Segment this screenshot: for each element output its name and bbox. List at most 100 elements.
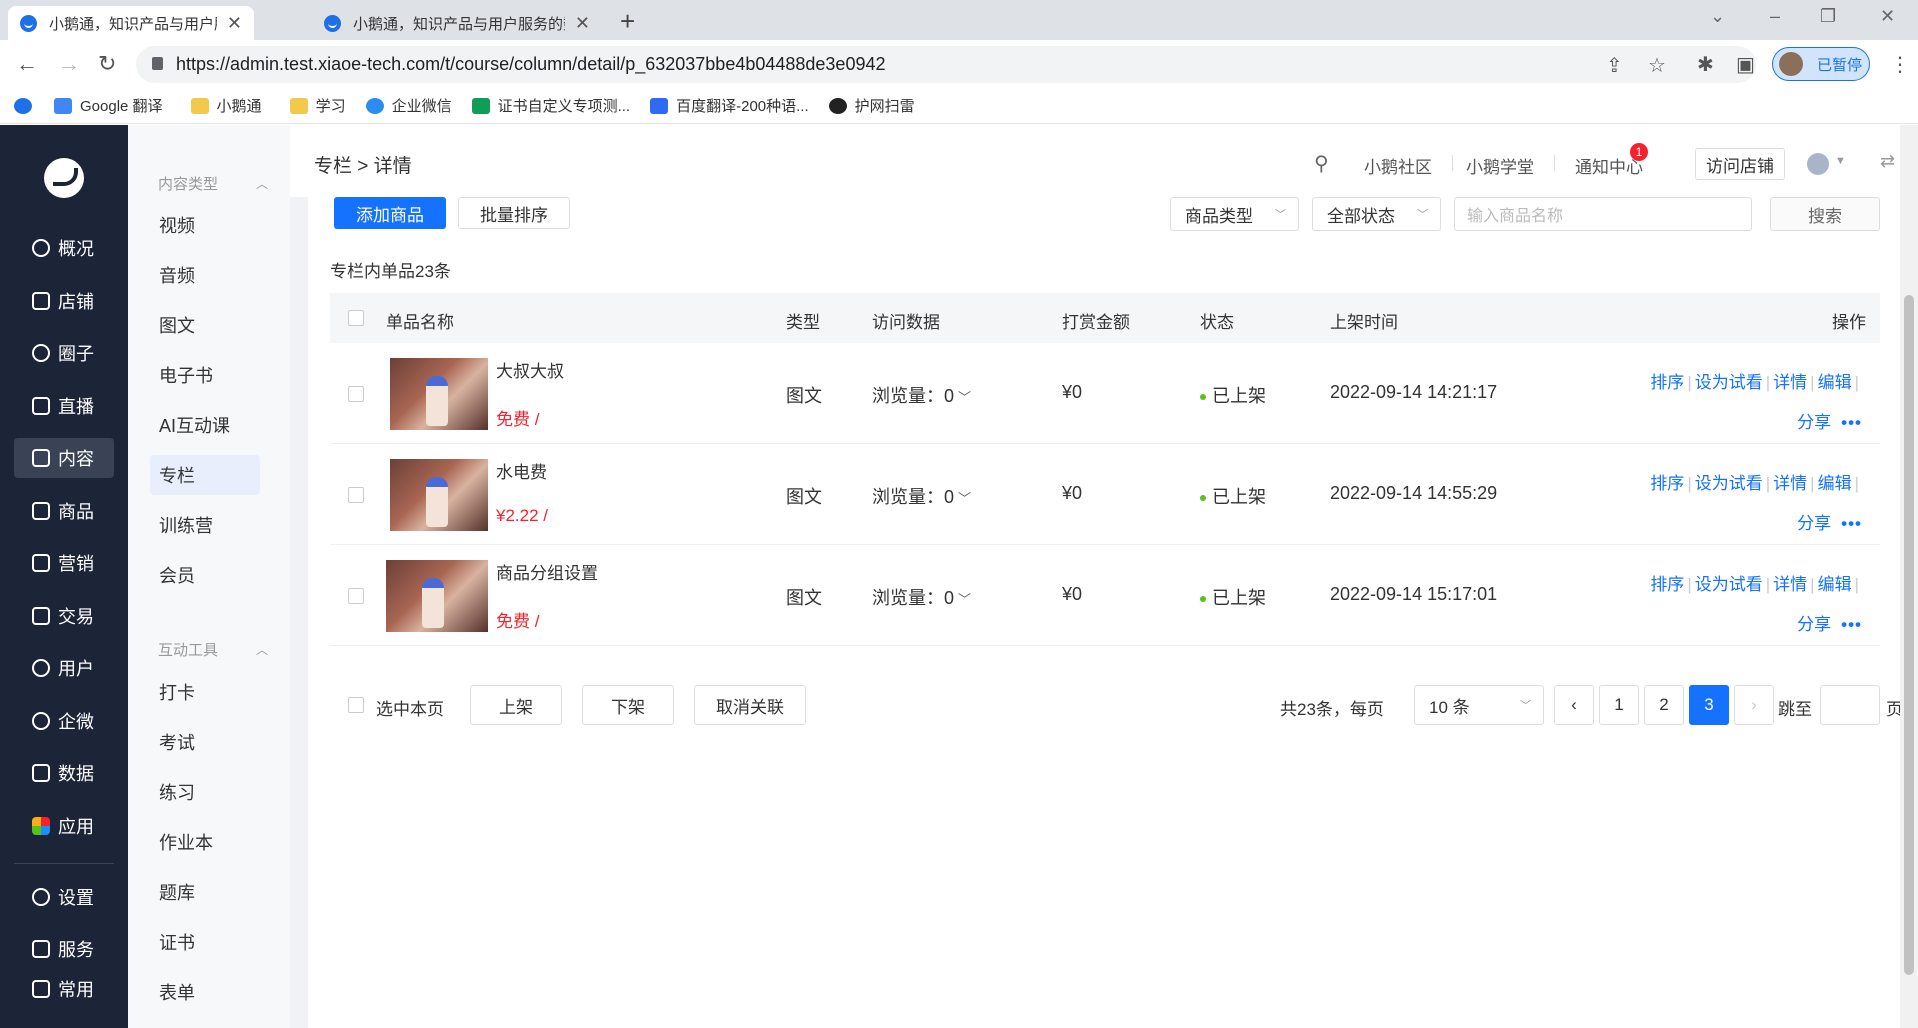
product-name-search-input[interactable]: 输入商品名称: [1454, 197, 1752, 231]
row-checkbox[interactable]: [348, 487, 364, 503]
tab-search-icon[interactable]: ⌄: [1710, 6, 1725, 27]
row-checkbox[interactable]: [348, 386, 364, 402]
row-checkbox[interactable]: [348, 588, 364, 604]
on-shelf-button[interactable]: 上架: [470, 685, 562, 725]
switch-icon[interactable]: ⇄: [1880, 151, 1895, 172]
product-name[interactable]: 商品分组设置: [496, 559, 598, 584]
product-name[interactable]: 水电费: [496, 458, 547, 483]
sidebar-item-service[interactable]: 服务: [14, 929, 114, 969]
search-icon[interactable]: ⚲: [1314, 151, 1329, 176]
more-icon[interactable]: •••: [1841, 514, 1862, 533]
select-page-checkbox[interactable]: [348, 697, 364, 713]
subnav-item-article[interactable]: 图文: [150, 305, 260, 345]
set-trial-link[interactable]: 设为试看: [1695, 373, 1763, 392]
product-thumbnail[interactable]: [386, 560, 488, 632]
select-all-checkbox[interactable]: [348, 310, 364, 326]
visit-store-button[interactable]: 访问店铺: [1695, 148, 1785, 180]
star-icon[interactable]: ☆: [1648, 53, 1666, 78]
bookmark-xiaoe[interactable]: 小鹅通: [190, 95, 262, 116]
share-link[interactable]: 分享: [1797, 413, 1831, 432]
close-icon[interactable]: ✕: [227, 13, 242, 34]
subnav-item-certificate[interactable]: 证书: [150, 922, 260, 962]
subnav-item-ai-course[interactable]: AI互动课: [150, 405, 260, 445]
restore-icon[interactable]: ❐: [1820, 6, 1836, 27]
bookmark-wecom[interactable]: 企业微信: [365, 95, 452, 116]
unlink-button[interactable]: 取消关联: [694, 685, 806, 725]
views-toggle[interactable]: 浏览量：0 ﹀: [872, 382, 971, 408]
subnav-item-camp[interactable]: 训练营: [150, 505, 260, 545]
next-page-button[interactable]: ›: [1734, 685, 1774, 725]
sidebar-item-users[interactable]: 用户: [14, 648, 114, 688]
reload-icon[interactable]: ↻: [98, 51, 116, 77]
sidebar-item-common[interactable]: 常用: [14, 969, 114, 1009]
bookmark-study[interactable]: 学习: [289, 95, 346, 116]
subnav-group-interactive-tools[interactable]: 互动工具 ︿: [158, 639, 268, 660]
sidebar-item-trade[interactable]: 交易: [14, 596, 114, 636]
avatar[interactable]: [1807, 153, 1829, 175]
detail-link[interactable]: 详情: [1773, 474, 1807, 493]
sidebar-item-overview[interactable]: 概况: [14, 228, 114, 268]
back-icon[interactable]: ←: [16, 51, 38, 77]
subnav-item-homework[interactable]: 作业本: [150, 822, 260, 862]
sort-link[interactable]: 排序: [1650, 474, 1684, 493]
add-product-button[interactable]: 添加商品: [334, 197, 446, 229]
subnav-item-audio[interactable]: 音频: [150, 255, 260, 295]
more-icon[interactable]: •••: [1841, 615, 1862, 634]
subnav-item-question-bank[interactable]: 题库: [150, 872, 260, 912]
prev-page-button[interactable]: ‹: [1554, 685, 1594, 725]
sidepanel-icon[interactable]: ▣: [1736, 52, 1755, 77]
subnav-item-exam[interactable]: 考试: [150, 722, 260, 762]
views-toggle[interactable]: 浏览量：0 ﹀: [872, 584, 971, 610]
sidebar-item-community[interactable]: 圈子: [14, 333, 114, 373]
extensions-icon[interactable]: ✱: [1697, 52, 1714, 77]
browser-tab-1[interactable]: 小鹅通，知识产品与用户服务的数字化工具 ✕: [8, 6, 254, 40]
product-type-select[interactable]: 商品类型 ﹀: [1170, 197, 1299, 231]
bookmark-huwang[interactable]: 护网扫雷: [828, 95, 915, 116]
subnav-item-practice[interactable]: 练习: [150, 772, 260, 812]
header-link-academy[interactable]: 小鹅学堂: [1466, 153, 1534, 178]
bookmark-google-translate[interactable]: Google 翻译: [54, 95, 163, 116]
window-close-icon[interactable]: ✕: [1880, 6, 1895, 27]
subnav-group-content-type[interactable]: 内容类型 ︿: [158, 173, 268, 194]
batch-sort-button[interactable]: 批量排序: [458, 197, 570, 229]
sidebar-item-apps[interactable]: 应用: [14, 806, 114, 846]
status-select[interactable]: 全部状态 ﹀: [1312, 197, 1441, 231]
bookmark-cert-test[interactable]: 证书自定义专项测...: [471, 95, 630, 116]
product-thumbnail[interactable]: [390, 459, 488, 531]
share-link[interactable]: 分享: [1797, 514, 1831, 533]
page-scrollbar[interactable]: [1900, 125, 1918, 1028]
bookmark-xiaoe-icon[interactable]: [14, 97, 40, 114]
sidebar-item-products[interactable]: 商品: [14, 491, 114, 531]
share-link[interactable]: 分享: [1797, 615, 1831, 634]
sort-link[interactable]: 排序: [1650, 575, 1684, 594]
share-icon[interactable]: ⇪: [1606, 53, 1623, 78]
set-trial-link[interactable]: 设为试看: [1695, 474, 1763, 493]
url-input[interactable]: https://admin.test.xiaoe-tech.com/t/cour…: [136, 46, 1756, 83]
sort-link[interactable]: 排序: [1650, 373, 1684, 392]
page-size-select[interactable]: 10 条 ﹀: [1414, 685, 1544, 725]
sidebar-item-wecom[interactable]: 企微: [14, 701, 114, 741]
off-shelf-button[interactable]: 下架: [582, 685, 674, 725]
more-icon[interactable]: •••: [1841, 413, 1862, 432]
detail-link[interactable]: 详情: [1773, 575, 1807, 594]
views-toggle[interactable]: 浏览量：0 ﹀: [872, 483, 971, 509]
browser-tab-2[interactable]: 小鹅通，知识产品与用户服务的数字化工具 ✕: [312, 6, 602, 40]
sidebar-item-content[interactable]: 内容: [14, 438, 114, 478]
search-button[interactable]: 搜索: [1770, 197, 1880, 231]
bookmark-baidu-translate[interactable]: 百度翻译-200种语...: [650, 95, 809, 116]
subnav-item-video[interactable]: 视频: [150, 205, 260, 245]
product-thumbnail[interactable]: [390, 358, 488, 430]
sidebar-item-store[interactable]: 店铺: [14, 281, 114, 321]
sidebar-item-settings[interactable]: 设置: [14, 877, 114, 917]
subnav-item-ebook[interactable]: 电子书: [150, 355, 260, 395]
minimize-icon[interactable]: –: [1770, 6, 1780, 27]
subnav-item-member[interactable]: 会员: [150, 555, 260, 595]
header-link-community[interactable]: 小鹅社区: [1364, 153, 1432, 178]
close-icon[interactable]: ✕: [575, 13, 590, 34]
subnav-item-form[interactable]: 表单: [150, 972, 260, 1012]
sidebar-item-marketing[interactable]: 营销: [14, 543, 114, 583]
detail-link[interactable]: 详情: [1773, 373, 1807, 392]
sidebar-item-live[interactable]: 直播: [14, 386, 114, 426]
sidebar-item-data[interactable]: 数据: [14, 753, 114, 793]
new-tab-icon[interactable]: +: [620, 6, 635, 37]
